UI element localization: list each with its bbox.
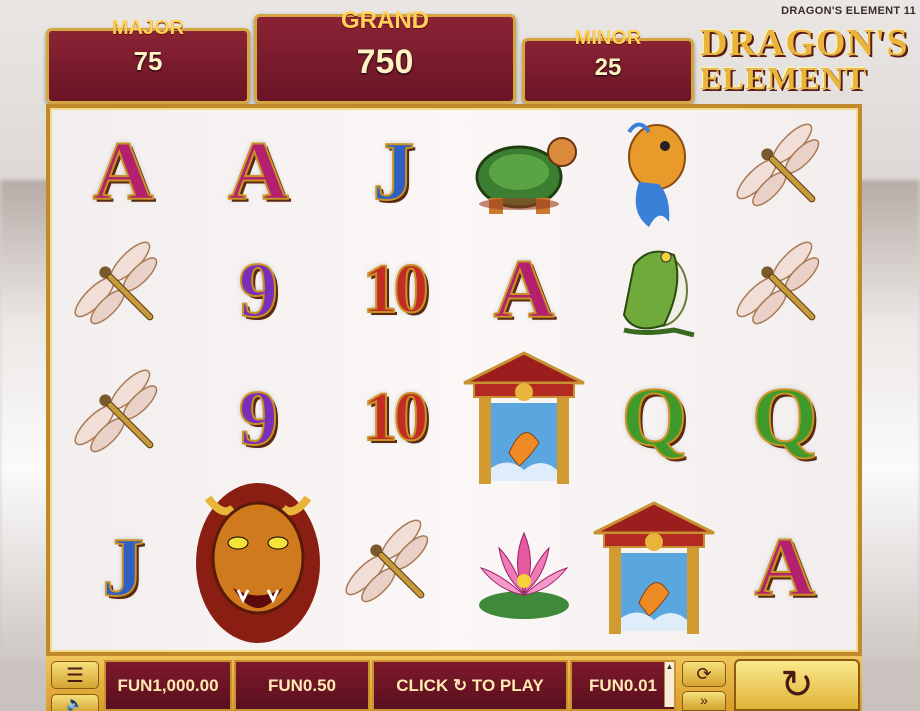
jackpot-minor-value: 25 [594, 54, 622, 81]
jackpot-minor: MINOR 25 [522, 27, 694, 104]
dragonfly-symbol [736, 123, 820, 207]
jackpot-grand-value: 750 [356, 43, 414, 81]
reel-cell: A [188, 112, 328, 232]
reel-cell [328, 488, 458, 648]
logo-line-2: ELEMENT [700, 60, 868, 96]
game-logo: DRAGON'S ELEMENT [700, 22, 909, 106]
reel-cell [589, 112, 719, 232]
turtle-symbol [475, 137, 577, 214]
reel-cell [58, 348, 188, 488]
jackpot-major: MAJOR 75 [46, 17, 250, 104]
symbol-j: J [101, 521, 145, 614]
symbol-10: 10 [362, 251, 430, 328]
frog-symbol [623, 250, 695, 338]
symbol-9: 9 [238, 246, 279, 333]
reel-cell [589, 488, 719, 648]
reel-cell: Q [589, 348, 719, 488]
turbo-icon: » [700, 692, 708, 708]
symbol-9: 9 [238, 374, 279, 461]
symbol-a: A [493, 243, 556, 336]
symbol-q: Q [751, 371, 818, 464]
sound-icon: 🔈 [66, 695, 84, 711]
spin-button[interactable]: ↻ [734, 659, 860, 711]
reel-cell: A [58, 112, 188, 232]
reel-cell [459, 488, 589, 648]
reel-cell: 9 [188, 232, 328, 348]
menu-button[interactable]: ☰ [51, 661, 99, 689]
pagoda-koi-symbol [463, 351, 585, 484]
reel-cell: J [328, 112, 458, 232]
turbo-button[interactable]: » [682, 691, 726, 711]
bet-display[interactable]: FUN0.50 [234, 660, 370, 711]
jackpot-minor-label: MINOR [574, 27, 642, 49]
autoplay-icon: ⟳ [696, 663, 712, 684]
reel-cell: A [459, 232, 589, 348]
dragonfly-symbol [74, 369, 158, 453]
reel-cell [720, 112, 850, 232]
menu-icon: ☰ [66, 664, 84, 687]
reel-cell [589, 232, 719, 348]
symbol-10: 10 [362, 379, 430, 456]
balance-display: FUN1,000.00 [104, 660, 232, 711]
reel-cell [58, 232, 188, 348]
jackpot-major-value: 75 [133, 46, 163, 76]
reel-grid: AAJ 9 10 A 9 10 Q Q J A [58, 112, 850, 648]
dragonfly-symbol [736, 241, 820, 325]
reel-frame: AAJ 9 10 A 9 10 Q Q J A [46, 104, 862, 656]
symbol-q: Q [621, 371, 688, 464]
jackpot-grand: GRAND 750 [254, 7, 516, 104]
reel-cell [188, 483, 328, 648]
reel-cell: 9 [188, 348, 328, 488]
dragonfly-symbol [345, 519, 428, 603]
spin-icon: ↻ [780, 663, 814, 707]
lotus-symbol [478, 531, 569, 619]
dragonfly-symbol [74, 241, 158, 325]
scroll-up-arrow[interactable]: ▲ [664, 662, 674, 707]
jackpot-grand-label: GRAND [341, 7, 429, 34]
win-display: FUN0.01 [570, 660, 676, 711]
reel-cell [720, 232, 850, 348]
reel-cell [459, 348, 589, 488]
dragon-wild-symbol [196, 483, 321, 643]
jackpot-major-label: MAJOR [111, 17, 185, 39]
reel-cell: J [58, 488, 188, 648]
reel-cell: 10 [328, 232, 458, 348]
reel-cell: Q [720, 348, 850, 488]
koi-fish-symbol [627, 122, 687, 227]
reel-cell [459, 112, 589, 232]
sound-button[interactable]: 🔈 [51, 694, 99, 711]
pagoda-koi-symbol [593, 501, 716, 634]
symbol-j: J [372, 125, 416, 218]
autoplay-button[interactable]: ⟳ [682, 661, 726, 687]
symbol-a: A [92, 125, 155, 218]
logo-line-1: DRAGON'S [700, 22, 909, 64]
play-prompt: CLICK ↻ TO PLAY [372, 660, 568, 711]
symbol-a: A [227, 125, 290, 218]
symbol-a: A [753, 521, 816, 614]
control-bar: ☰ 🔈 FUN1,000.00 FUN0.50 CLICK ↻ TO PLAY … [46, 656, 862, 711]
reel-cell: A [720, 488, 850, 648]
game-title-tag: DRAGON'S ELEMENT 11 [781, 5, 916, 17]
reel-cell: 10 [328, 348, 458, 488]
